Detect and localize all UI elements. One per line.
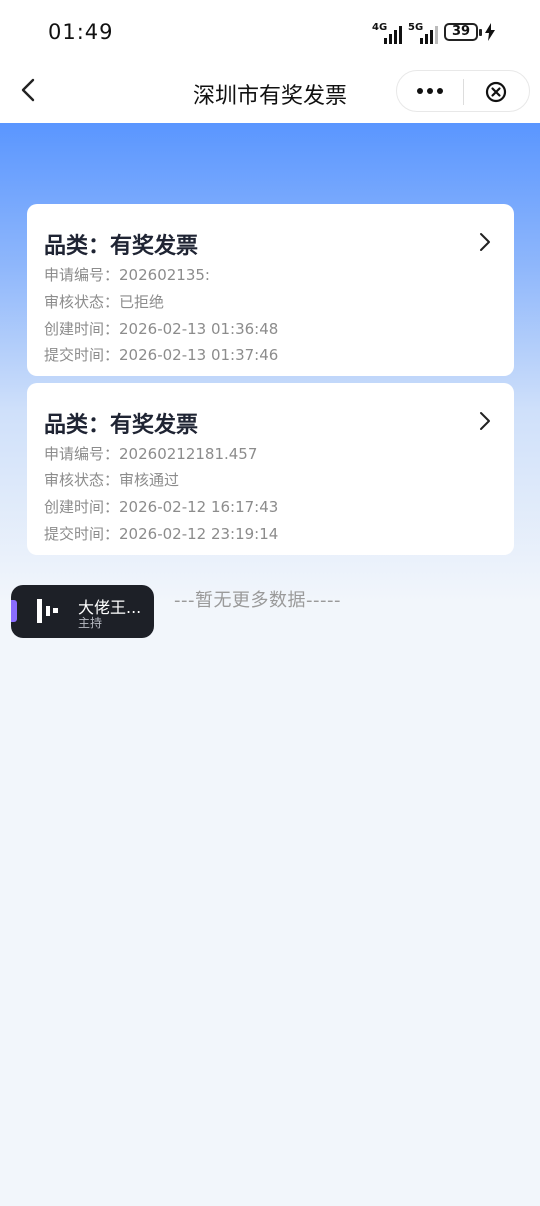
audio-logo-icon — [37, 599, 58, 623]
record-card[interactable]: 品类：有奖发票 申请编号：202602135: 审核状态：已拒绝 创建时间：20… — [27, 204, 514, 376]
player-accent-bar — [11, 600, 17, 622]
record-application-no: 申请编号：20260212181.457 — [44, 445, 258, 463]
status-bar: 01:49 4G 5G 39 — [0, 0, 540, 66]
chevron-right-icon — [480, 233, 490, 251]
record-submitted-time: 提交时间：2026-02-13 01:37:46 — [44, 346, 279, 364]
record-submitted-time: 提交时间：2026-02-12 23:19:14 — [44, 525, 279, 543]
record-created-time: 创建时间：2026-02-12 16:17:43 — [44, 498, 279, 516]
record-category: 品类：有奖发票 — [44, 413, 199, 438]
floating-audio-player[interactable]: 大佬王... 主持 — [11, 585, 154, 638]
battery-tip — [479, 29, 482, 36]
no-more-data-text: ---暂无更多数据----- — [174, 590, 341, 611]
nav-bar: 深圳市有奖发票 — [0, 66, 540, 123]
record-created-time: 创建时间：2026-02-13 01:36:48 — [44, 320, 279, 338]
close-circle-icon[interactable] — [485, 81, 507, 103]
chevron-right-icon — [480, 412, 490, 430]
battery-icon: 39 — [444, 23, 478, 41]
capsule-divider — [463, 79, 464, 105]
record-review-status: 审核状态：已拒绝 — [44, 293, 165, 311]
record-card[interactable]: 品类：有奖发票 申请编号：20260212181.457 审核状态：审核通过 创… — [27, 383, 514, 555]
player-host-role: 主持 — [78, 616, 103, 630]
record-category: 品类：有奖发票 — [44, 234, 199, 259]
status-time: 01:49 — [48, 20, 114, 44]
charging-bolt-icon — [485, 23, 495, 41]
more-dots-icon[interactable] — [417, 83, 443, 99]
mini-program-capsule — [396, 70, 530, 112]
record-review-status: 审核状态：审核通过 — [44, 471, 180, 489]
record-application-no: 申请编号：202602135: — [44, 266, 210, 284]
